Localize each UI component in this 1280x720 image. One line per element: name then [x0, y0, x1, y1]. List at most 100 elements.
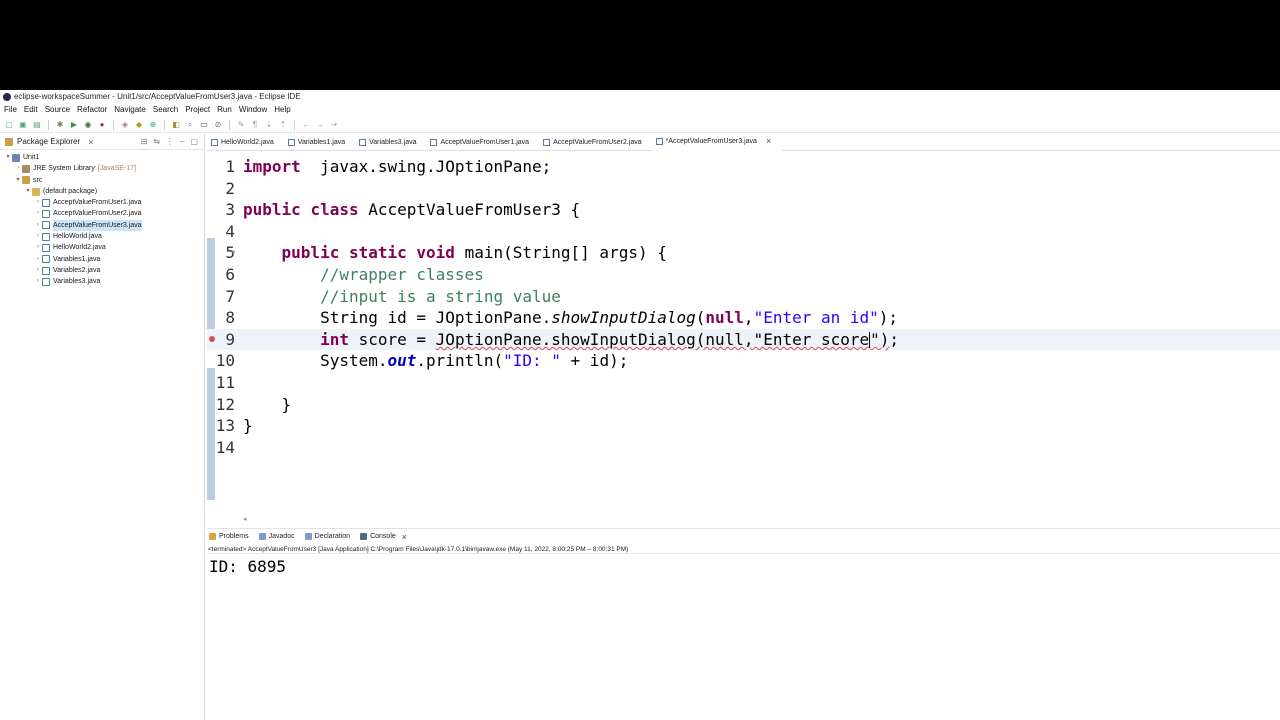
java-file-icon	[287, 138, 295, 146]
expand-arrow-icon[interactable]: ▾	[24, 186, 32, 197]
collapse-arrow-icon[interactable]: ›	[34, 276, 42, 287]
tree-item[interactable]: › HelloWorld.java	[0, 231, 204, 242]
close-icon[interactable]: ×	[402, 532, 407, 542]
close-icon[interactable]: ×	[766, 136, 771, 146]
open-type-icon[interactable]: ◧	[171, 120, 181, 130]
back-icon[interactable]: ←	[301, 120, 311, 130]
tree-item[interactable]: › HelloWorld2.java	[0, 242, 204, 253]
horizontal-scrollbar[interactable]: ◂	[207, 515, 1280, 523]
tab-javadoc[interactable]: Javadoc	[258, 533, 295, 540]
tree-item[interactable]: › Variables3.java	[0, 276, 204, 287]
coverage-icon[interactable]: ◉	[83, 120, 93, 130]
tree-item[interactable]: › JRE System Library [JavaSE-17]	[0, 163, 204, 174]
line-number: 4	[225, 221, 235, 241]
collapse-arrow-icon[interactable]: ›	[34, 265, 42, 276]
link-editor-icon[interactable]: ⇆	[153, 134, 160, 150]
editor-tab[interactable]: Variables3.java	[355, 134, 426, 151]
tree-item[interactable]: › AcceptValueFromUser1.java	[0, 197, 204, 208]
collapse-arrow-icon[interactable]: ›	[34, 220, 42, 231]
code-line-text: String id = JOptionPane.showInputDialog(…	[243, 307, 898, 329]
tree-item[interactable]: ▾ src	[0, 175, 204, 186]
menu-run[interactable]: Run	[217, 104, 232, 116]
toggle-whitespace-icon[interactable]: ¶	[250, 120, 260, 130]
tree-item[interactable]: › AcceptValueFromUser3.java	[0, 219, 204, 232]
menu-edit[interactable]: Edit	[24, 104, 38, 116]
tree-item[interactable]: › Variables1.java	[0, 254, 204, 265]
menu-navigate[interactable]: Navigate	[114, 104, 146, 116]
tab-declaration[interactable]: Declaration	[304, 533, 350, 540]
code-editor[interactable]: 1 import javax.swing.JOptionPane; 2 3 public…	[207, 152, 1280, 512]
error-underline: ")	[870, 329, 890, 349]
pin-editor-icon[interactable]: ⇢	[329, 120, 339, 130]
menu-refactor[interactable]: Refactor	[77, 104, 107, 116]
tree-item[interactable]: › Variables2.java	[0, 265, 204, 276]
search-icon[interactable]: ⌕	[185, 120, 195, 130]
new-class-icon[interactable]: ⊕	[148, 120, 158, 130]
editor-tab[interactable]: HelloWorld2.java	[207, 134, 284, 151]
comment: //input is a string value	[320, 286, 561, 306]
keyword: import	[243, 157, 301, 176]
skip-breakpoints-icon[interactable]: ⊘	[213, 120, 223, 130]
new-icon[interactable]: ▢	[4, 120, 14, 130]
expand-arrow-icon[interactable]: ▾	[4, 152, 12, 163]
menu-window[interactable]: Window	[239, 104, 267, 116]
editor-tab-label: AcceptValueFromUser2.java	[553, 138, 642, 146]
main-toolbar: ▢ ▣ ▤ ✱ ▶ ◉ ● ◈ ◆ ⊕ ◧ ⌕ ▭ ⊘ ✎ ¶ ⇣ ⇡ ← → …	[0, 117, 1280, 133]
code-line-text: //wrapper classes	[243, 264, 484, 286]
editor-tab[interactable]: AcceptValueFromUser2.java	[539, 134, 652, 151]
keyword: public	[281, 243, 340, 263]
code-token: AcceptValueFromUser3 {	[358, 200, 581, 220]
package-explorer-tab[interactable]: Package Explorer × ⊟ ⇆ ⋮ – ▢	[0, 134, 204, 150]
console-icon	[360, 533, 368, 540]
collapse-arrow-icon[interactable]: ›	[34, 242, 42, 253]
tree-item[interactable]: › AcceptValueFromUser2.java	[0, 208, 204, 219]
tab-problems[interactable]: Problems	[209, 533, 249, 540]
debug-icon[interactable]: ✱	[55, 120, 65, 130]
maximize-icon[interactable]: ▢	[190, 134, 198, 150]
code-token: );	[878, 308, 899, 328]
editor-tab-bar: HelloWorld2.java Variables1.java Variables…	[207, 133, 1280, 151]
run-icon[interactable]: ▶	[69, 120, 79, 130]
save-icon[interactable]: ▣	[18, 120, 28, 130]
editor-tab[interactable]: *AcceptValueFromUser3.java ×	[651, 133, 782, 151]
tree-item[interactable]: ▾ Unit1	[0, 152, 204, 163]
collapse-arrow-icon[interactable]: ›	[14, 163, 22, 174]
editor-tab[interactable]: Variables1.java	[284, 134, 355, 151]
fold-toggle-icon[interactable]: ⊖	[231, 242, 235, 264]
tree-item-label: AcceptValueFromUser3.java	[53, 219, 142, 232]
mark-occurrences-icon[interactable]: ✎	[236, 120, 246, 130]
keyword: int	[320, 329, 349, 349]
tab-console[interactable]: Console ×	[360, 531, 408, 542]
tree-item[interactable]: ▾ (default package)	[0, 186, 204, 197]
forward-icon[interactable]: →	[315, 120, 325, 130]
collapse-arrow-icon[interactable]: ›	[34, 254, 42, 265]
view-menu-icon[interactable]: ⋮	[166, 134, 174, 150]
menu-file[interactable]: File	[4, 104, 17, 116]
menu-help[interactable]: Help	[274, 104, 290, 116]
save-all-icon[interactable]: ▤	[32, 120, 42, 130]
tab-label: Problems	[219, 533, 249, 540]
minimize-icon[interactable]: –	[180, 134, 184, 150]
title-bar: eclipse-workspaceSummer - Unit1/src/Acce…	[0, 90, 1280, 104]
code-line: 13}	[207, 415, 1280, 437]
menu-search[interactable]: Search	[153, 104, 178, 116]
collapse-arrow-icon[interactable]: ›	[34, 197, 42, 208]
bottom-panel-tabs: Problems Javadoc Declaration Console ×	[207, 528, 1280, 544]
tree-item-label: JRE System Library	[33, 165, 95, 173]
prev-annotation-icon[interactable]: ⇡	[278, 120, 288, 130]
collapse-all-icon[interactable]: ⊟	[141, 134, 148, 150]
tree-item-label: (default package)	[43, 187, 98, 195]
terminal-icon[interactable]: ▭	[199, 120, 209, 130]
collapse-arrow-icon[interactable]: ›	[34, 231, 42, 242]
expand-arrow-icon[interactable]: ▾	[14, 175, 22, 186]
code-line: 11	[207, 372, 1280, 394]
close-icon[interactable]: ×	[88, 134, 93, 150]
new-java-project-icon[interactable]: ◈	[120, 120, 130, 130]
new-package-icon[interactable]: ◆	[134, 120, 144, 130]
menu-project[interactable]: Project	[185, 104, 210, 116]
menu-source[interactable]: Source	[45, 104, 70, 116]
next-annotation-icon[interactable]: ⇣	[264, 120, 274, 130]
collapse-arrow-icon[interactable]: ›	[34, 208, 42, 219]
editor-tab[interactable]: AcceptValueFromUser1.java	[426, 134, 539, 151]
external-tools-icon[interactable]: ●	[97, 120, 107, 130]
